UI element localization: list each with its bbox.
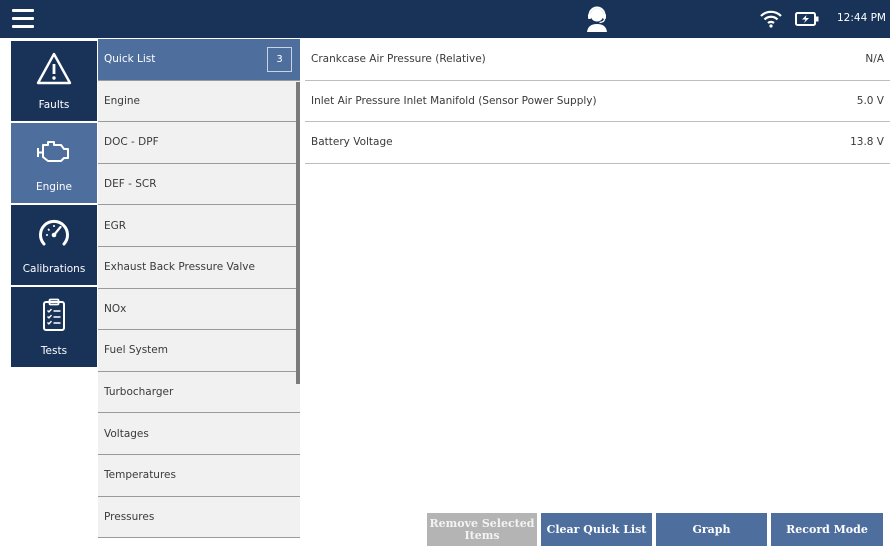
- battery-charging-icon: [795, 12, 819, 26]
- top-bar: 12:44 PM: [0, 0, 890, 38]
- clipboard-checklist-icon: [43, 298, 65, 331]
- category-egr[interactable]: EGR: [98, 205, 300, 247]
- nav-item-calibrations[interactable]: Calibrations: [11, 205, 97, 287]
- nav-label: Tests: [40, 345, 68, 357]
- category-nox[interactable]: NOx: [98, 288, 300, 331]
- category-turbocharger[interactable]: Turbocharger: [98, 371, 300, 414]
- technician-headset-icon[interactable]: [585, 6, 609, 32]
- category-label: DEF - SCR: [104, 178, 157, 191]
- parameter-name: Battery Voltage: [311, 136, 393, 149]
- category-fuel-system[interactable]: Fuel System: [98, 330, 300, 372]
- category-label: DOC - DPF: [104, 136, 159, 149]
- parameter-value: 13.8 V: [850, 136, 884, 149]
- nav-label: Faults: [38, 99, 70, 111]
- nav-item-faults[interactable]: Faults: [11, 41, 97, 123]
- category-label: Temperatures: [104, 469, 176, 482]
- category-label: Turbocharger: [104, 386, 174, 399]
- category-label: Exhaust Back Pressure Valve: [104, 261, 255, 274]
- clear-quick-list-button[interactable]: Clear Quick List: [541, 513, 652, 546]
- category-quick-list[interactable]: Quick List 3: [98, 39, 300, 81]
- category-label: Voltages: [104, 427, 149, 440]
- category-label: Fuel System: [104, 344, 168, 357]
- hamburger-menu-icon[interactable]: [12, 9, 34, 29]
- graph-button[interactable]: Graph: [656, 513, 767, 546]
- category-def-scr[interactable]: DEF - SCR: [98, 163, 300, 206]
- category-label: EGR: [104, 219, 127, 232]
- nav-item-tests[interactable]: Tests: [11, 287, 97, 369]
- record-mode-button[interactable]: Record Mode: [771, 513, 883, 546]
- category-scrollbar[interactable]: [296, 82, 300, 384]
- engine-icon: [37, 141, 69, 162]
- category-doc-dpf[interactable]: DOC - DPF: [98, 122, 300, 164]
- nav-item-engine[interactable]: Engine: [11, 123, 97, 205]
- category-temperatures[interactable]: Temperatures: [98, 454, 300, 497]
- nav-label: Calibrations: [22, 263, 86, 275]
- clock: 12:44 PM: [837, 12, 886, 24]
- main-nav: Faults Engine Calibrations Tests: [11, 41, 97, 369]
- nav-label: Engine: [36, 181, 72, 193]
- warning-triangle-icon: [36, 52, 72, 85]
- remove-selected-items-button[interactable]: Remove Selected Items: [427, 513, 537, 546]
- parameter-row[interactable]: Battery Voltage 13.8 V: [305, 122, 890, 164]
- category-exhaust-back-pressure-valve[interactable]: Exhaust Back Pressure Valve: [98, 246, 300, 289]
- category-pressures[interactable]: Pressures: [98, 496, 300, 539]
- parameter-row[interactable]: Crankcase Air Pressure (Relative) N/A: [305, 39, 890, 81]
- category-label: Quick List: [104, 53, 156, 66]
- category-label: Engine: [104, 94, 140, 107]
- category-engine[interactable]: Engine: [98, 80, 300, 123]
- parameter-value: N/A: [865, 53, 884, 66]
- gauge-icon: [39, 220, 69, 246]
- quick-list-count-badge: 3: [267, 47, 292, 72]
- parameter-value: 5.0 V: [856, 94, 884, 107]
- category-voltages[interactable]: Voltages: [98, 413, 300, 455]
- wifi-icon: [760, 10, 782, 28]
- category-label: Pressures: [104, 510, 155, 523]
- parameter-name: Crankcase Air Pressure (Relative): [311, 53, 486, 66]
- parameter-list: Crankcase Air Pressure (Relative) N/A In…: [305, 39, 890, 164]
- parameter-name: Inlet Air Pressure Inlet Manifold (Senso…: [311, 94, 597, 107]
- parameter-row[interactable]: Inlet Air Pressure Inlet Manifold (Senso…: [305, 81, 890, 123]
- category-label: NOx: [104, 302, 127, 315]
- category-list: Quick List 3 Engine DOC - DPF DEF - SCR …: [98, 39, 300, 550]
